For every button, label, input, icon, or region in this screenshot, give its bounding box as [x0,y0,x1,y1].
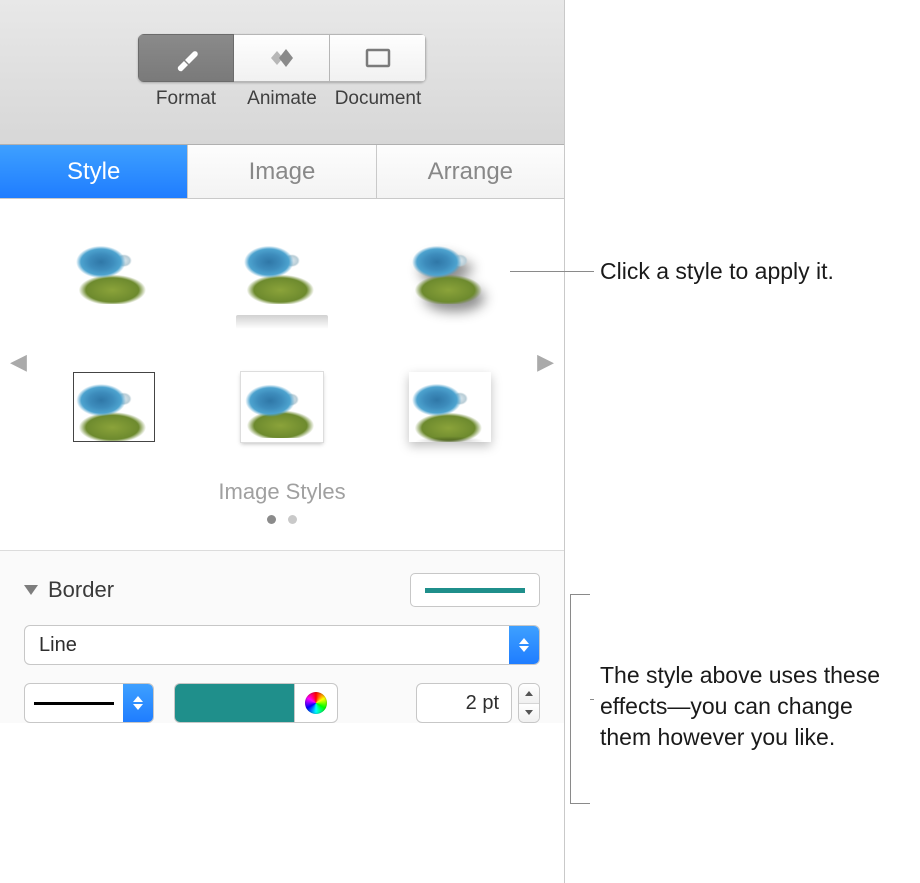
animate-button[interactable] [234,34,330,82]
rectangle-icon [363,46,393,70]
callout-style-thumb: Click a style to apply it. [600,256,834,287]
callout-effects: The style above uses these effects—you c… [600,660,900,753]
style-page-dot[interactable] [288,515,297,524]
styles-next-arrow[interactable]: ▶ [537,349,554,375]
image-styles-caption: Image Styles [24,479,540,505]
border-disclosure[interactable]: Border [24,577,114,603]
document-button[interactable] [330,34,426,82]
animate-label: Animate [234,88,330,110]
inspector-tabs: Style Image Arrange [0,145,564,199]
callout-leader-line [510,271,594,272]
border-color-well[interactable] [174,683,294,723]
tab-image[interactable]: Image [188,145,376,198]
inspector-panel: Format Animate Document Style Image Arra… [0,0,565,883]
diamond-icon [265,43,299,73]
image-style-thumb[interactable] [68,223,160,315]
inspector-toolbar: Format Animate Document [0,0,564,145]
style-page-dots [24,515,540,524]
tab-style[interactable]: Style [0,145,188,198]
image-style-thumb[interactable] [236,361,328,453]
border-section: Border Line [0,550,564,723]
stepper-arrows-icon [509,626,539,664]
image-styles-area: ◀ ▶ Image Styles [0,199,564,534]
stepper-arrows-icon [123,684,153,722]
image-style-grid [24,223,540,453]
border-section-title: Border [48,577,114,603]
style-page-dot[interactable] [267,515,276,524]
stepper-down-button[interactable] [519,704,539,723]
stepper-up-button[interactable] [519,684,539,704]
callout-bracket [570,594,590,804]
inspector-segmented-group: Format Animate Document [138,34,426,110]
disclosure-triangle-icon [24,585,38,595]
border-type-dropdown[interactable]: Line [24,625,540,665]
paintbrush-icon [171,43,201,73]
image-style-thumb[interactable] [68,361,160,453]
color-picker-button[interactable] [294,683,338,723]
border-stroke-dropdown[interactable] [24,683,154,723]
document-label: Document [330,88,426,110]
image-style-thumb[interactable] [236,223,328,315]
border-color-group [174,683,338,723]
format-label: Format [138,88,234,110]
image-style-thumb[interactable] [404,361,496,453]
border-type-value: Line [25,634,509,657]
image-style-thumb[interactable] [404,223,496,315]
border-width-stepper [518,683,540,723]
format-button[interactable] [138,34,234,82]
tab-arrange[interactable]: Arrange [377,145,564,198]
styles-prev-arrow[interactable]: ◀ [10,349,27,375]
color-wheel-icon [305,692,327,714]
border-width-field[interactable] [416,683,512,723]
border-style-preview[interactable] [410,573,540,607]
